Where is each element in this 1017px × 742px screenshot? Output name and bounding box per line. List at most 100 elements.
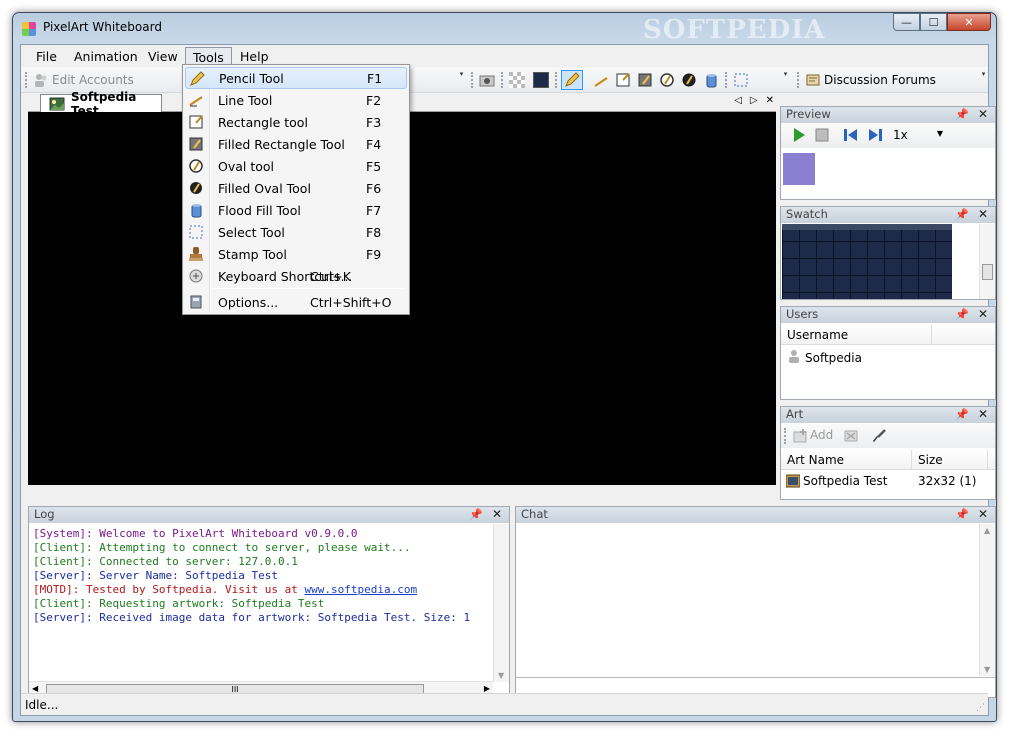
pin-icon[interactable]: 📌	[955, 207, 969, 222]
stop-icon[interactable]	[814, 127, 830, 146]
current-color-button[interactable]	[533, 70, 549, 90]
tools-menu-item-keyboard-shortcuts[interactable]: Keyboard Shortcuts... Ctrl+K	[185, 265, 407, 287]
stamp-icon	[188, 246, 204, 262]
tools-menu-item-stamp-tool[interactable]: Stamp Tool F9	[185, 243, 407, 265]
play-icon[interactable]	[791, 127, 807, 146]
close-icon[interactable]: ✕	[492, 507, 502, 522]
oval-tool-button[interactable]	[659, 70, 675, 90]
select-icon	[188, 224, 204, 240]
menu-item-label: Select Tool	[218, 224, 285, 240]
chevron-up-icon[interactable]: ▲	[984, 526, 990, 535]
tab-next-button[interactable]: ▷	[750, 95, 758, 106]
pin-icon[interactable]: 📌	[955, 307, 969, 322]
filled-oval-tool-button[interactable]	[681, 70, 697, 90]
scroll-thumb[interactable]	[982, 264, 993, 280]
toolbar-overflow-3[interactable]: ▾	[979, 69, 988, 91]
chevron-right-icon[interactable]: ▶	[484, 684, 490, 693]
pin-icon[interactable]: 📌	[469, 507, 483, 522]
swatch-scrollbar[interactable]	[979, 224, 995, 299]
tools-menu-item-options[interactable]: Options... Ctrl+Shift+O	[185, 291, 407, 313]
chevron-down-icon[interactable]: ▼	[984, 665, 990, 674]
delete-art-button[interactable]	[843, 428, 859, 447]
user-icon	[787, 349, 801, 366]
close-button[interactable]: ✕	[947, 13, 991, 31]
close-icon[interactable]: ✕	[978, 407, 988, 422]
speed-select[interactable]: 1x ▼	[893, 128, 943, 144]
tools-menu-item-rectangle-tool[interactable]: Rectangle tool F3	[185, 111, 407, 133]
toolbar-overflow-1[interactable]: ▾	[457, 69, 466, 91]
close-icon[interactable]: ✕	[978, 107, 988, 122]
swatch-grid[interactable]	[782, 224, 952, 299]
line-tool-button[interactable]	[593, 70, 609, 90]
tools-menu-item-filled-rectangle-tool[interactable]: Filled Rectangle Tool F4	[185, 133, 407, 155]
flood-fill-tool-button[interactable]	[703, 70, 719, 90]
title-bar[interactable]: PixelArt Whiteboard SOFTPEDIA — ☐ ✕	[13, 13, 996, 45]
filled-rectangle-tool-button[interactable]	[637, 70, 653, 90]
table-row[interactable]: Softpedia Test 32x32 (1)	[785, 473, 991, 491]
chevron-left-icon[interactable]: ◀	[32, 684, 38, 693]
toolbar-grip[interactable]	[797, 72, 800, 88]
log-line: [Server]: Server Name: Softpedia Test	[33, 569, 470, 583]
chat-vscroll[interactable]: ▲ ▼	[979, 524, 995, 676]
capture-button[interactable]	[479, 70, 495, 90]
close-icon[interactable]: ✕	[978, 307, 988, 322]
resize-grip-icon[interactable]: ⋰	[976, 703, 985, 713]
brush-icon[interactable]	[871, 428, 887, 447]
toolbar-grip[interactable]	[25, 72, 28, 88]
tools-menu-dropdown: Pencil Tool F1 Line Tool F2 Rectangle tool F3…	[182, 64, 410, 315]
toolbar-overflow-2[interactable]: ▾	[781, 69, 790, 91]
menu-file[interactable]: File	[29, 47, 64, 66]
minimize-button[interactable]: —	[893, 13, 920, 31]
pin-icon[interactable]: 📌	[955, 407, 969, 422]
select-icon	[733, 72, 749, 88]
log-line: [Client]: Connected to server: 127.0.0.1	[33, 555, 470, 569]
add-icon	[792, 428, 808, 447]
close-icon[interactable]: ✕	[978, 207, 988, 222]
rectangle-tool-button[interactable]	[615, 70, 631, 90]
tools-menu-item-oval-tool[interactable]: Oval tool F5	[185, 155, 407, 177]
log-link[interactable]: www.softpedia.com	[305, 583, 418, 596]
column-size[interactable]: Size	[918, 453, 943, 467]
log-line-text: [Server]: Received image data for artwor…	[33, 611, 471, 624]
menu-animation[interactable]: Animation	[67, 47, 145, 66]
next-frame-icon[interactable]	[867, 127, 883, 146]
transparent-color-button[interactable]	[509, 70, 525, 90]
tab-prev-button[interactable]: ◁	[734, 95, 742, 106]
maximize-button[interactable]: ☐	[920, 13, 947, 31]
client-area: File Animation View Tools Help Edit Acco…	[20, 44, 996, 716]
color-swatch-icon	[533, 72, 549, 88]
document-tab[interactable]: Softpedia Test	[40, 90, 162, 118]
tab-close-button[interactable]: ✕	[766, 95, 774, 106]
preview-image	[783, 153, 815, 185]
edit-accounts-button[interactable]: Edit Accounts	[33, 70, 134, 90]
toolbar-grip[interactable]	[784, 428, 787, 444]
toolbar-grip[interactable]	[501, 72, 504, 88]
tools-menu-item-line-tool[interactable]: Line Tool F2	[185, 89, 407, 111]
pencil-tool-button[interactable]	[561, 70, 583, 90]
column-username[interactable]: Username	[787, 328, 848, 342]
chat-history[interactable]	[516, 524, 978, 676]
menu-item-label: Stamp Tool	[218, 246, 287, 262]
pin-icon[interactable]: 📌	[955, 107, 969, 122]
menu-item-shortcut: F1	[367, 70, 383, 86]
toolbar-grip[interactable]	[555, 72, 558, 88]
toolbar-grip[interactable]	[471, 72, 474, 88]
list-item[interactable]: Softpedia	[787, 349, 862, 366]
select-tool-button[interactable]	[733, 70, 749, 90]
add-art-button[interactable]: Add	[792, 428, 833, 447]
tools-menu-item-pencil-tool[interactable]: Pencil Tool F1	[185, 67, 407, 89]
tools-menu-item-filled-oval-tool[interactable]: Filled Oval Tool F6	[185, 177, 407, 199]
tools-menu-item-flood-fill-tool[interactable]: Flood Fill Tool F7	[185, 199, 407, 221]
log-output[interactable]: [System]: Welcome to PixelArt Whiteboard…	[33, 527, 470, 625]
toolbar-grip[interactable]	[725, 72, 728, 88]
column-art-name[interactable]: Art Name	[787, 453, 844, 467]
previous-frame-icon[interactable]	[843, 127, 859, 146]
log-vscroll[interactable]: ▼	[493, 524, 509, 682]
tools-menu-item-select-tool[interactable]: Select Tool F8	[185, 221, 407, 243]
chevron-down-icon[interactable]: ▼	[498, 671, 504, 680]
discussion-forums-button[interactable]: Discussion Forums	[805, 70, 936, 90]
swatch-panel: Swatch 📌 ✕	[780, 206, 996, 300]
pin-icon[interactable]: 📌	[955, 507, 969, 522]
menu-view[interactable]: View	[141, 47, 185, 66]
close-icon[interactable]: ✕	[978, 507, 988, 522]
